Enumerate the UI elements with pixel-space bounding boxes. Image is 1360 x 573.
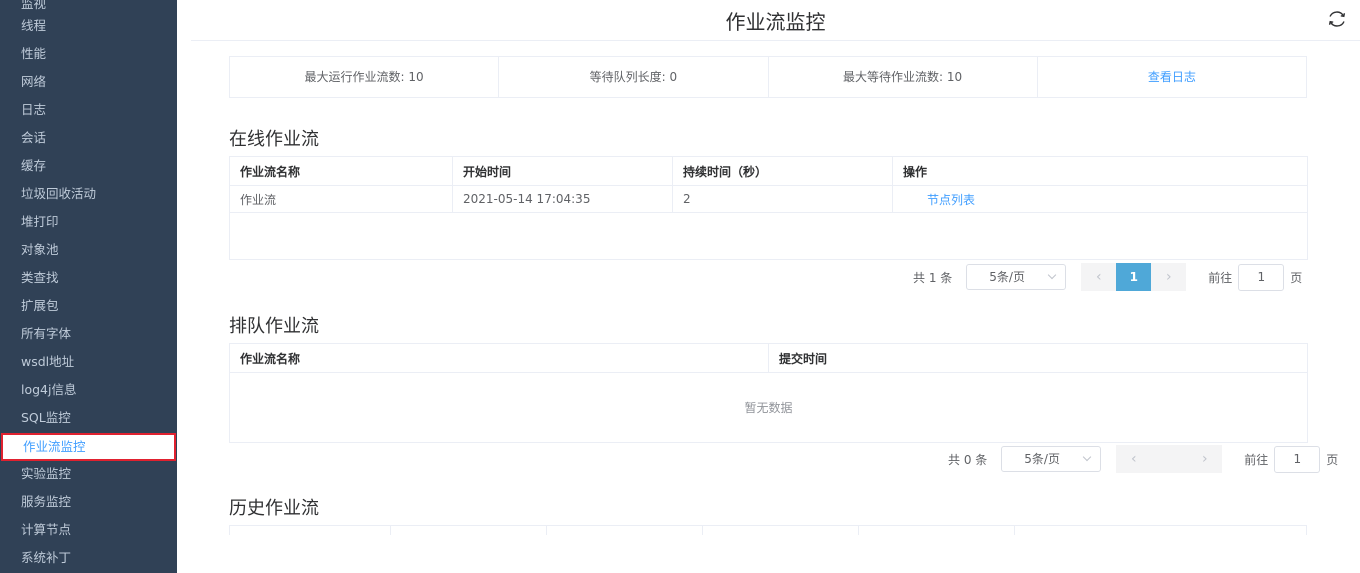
pager-buttons: ‹ › — [1116, 445, 1223, 473]
sidebar-item-experiment-monitor[interactable]: 实验监控 — [0, 460, 177, 488]
table-header-row: 作业流名称 提交时间 — [229, 343, 1308, 373]
goto-page-input[interactable]: 1 — [1274, 445, 1321, 473]
col-header-action: 操作 — [892, 156, 1308, 186]
sidebar-item-object-pool[interactable]: 对象池 — [0, 236, 177, 264]
chevron-left-icon: ‹ — [1130, 451, 1137, 467]
table-filler-row — [229, 212, 1308, 260]
stat-max-running: 最大运行作业流数: 10 — [230, 57, 500, 97]
sidebar: 监视 线程 性能 网络 日志 会话 缓存 垃圾回收活动 堆打印 对象池 类查找 … — [0, 0, 177, 573]
sidebar-item-network[interactable]: 网络 — [0, 68, 177, 96]
page-header: 作业流监控 — [191, 0, 1360, 41]
history-section-title: 历史作业流 — [229, 498, 319, 519]
sidebar-item-threads[interactable]: 线程 — [0, 12, 177, 40]
col-header-name[interactable]: 作业流名称 — [229, 343, 769, 373]
sidebar-item-performance[interactable]: 性能 — [0, 40, 177, 68]
chevron-right-icon: › — [1201, 451, 1208, 467]
pager-spacer — [1151, 445, 1187, 473]
online-pagination: 共 1 条 5条/页 ‹ 1 › 前往 1 页 — [913, 263, 1303, 291]
stat-max-waiting: 最大等待作业流数: 10 — [769, 57, 1038, 97]
prev-page-button[interactable]: ‹ — [1081, 263, 1116, 291]
table-filler-cell — [229, 212, 1308, 260]
page-unit-label: 页 — [1290, 270, 1303, 285]
history-col-divider — [546, 526, 547, 535]
online-section-title: 在线作业流 — [229, 129, 319, 150]
sidebar-item-cache[interactable]: 缓存 — [0, 152, 177, 180]
page-unit-label: 页 — [1326, 452, 1339, 467]
page-title: 作业流监控 — [725, 10, 826, 34]
history-col-divider — [390, 526, 391, 535]
sidebar-item-service-monitor[interactable]: 服务监控 — [0, 488, 177, 516]
pagination-total: 共 1 条 — [913, 270, 953, 285]
queued-table: 作业流名称 提交时间 暂无数据 — [229, 343, 1308, 443]
sidebar-item-logs[interactable]: 日志 — [0, 96, 177, 124]
stats-bar: 最大运行作业流数: 10 等待队列长度: 0 最大等待作业流数: 10 查看日志 — [229, 56, 1307, 98]
cell-name: 作业流 — [229, 185, 453, 213]
sidebar-item-all-fonts[interactable]: 所有字体 — [0, 320, 177, 348]
sidebar-item-compute-nodes[interactable]: 计算节点 — [0, 516, 177, 544]
chevron-right-icon: › — [1165, 269, 1172, 285]
refresh-icon[interactable] — [1326, 8, 1348, 30]
history-col-divider — [702, 526, 703, 535]
goto-label: 前往 — [1244, 452, 1269, 467]
sidebar-item-sessions[interactable]: 会话 — [0, 124, 177, 152]
queued-pagination: 共 0 条 5条/页 ‹ › 前往 1 页 — [948, 445, 1339, 473]
cell-start-time: 2021-05-14 17:04:35 — [452, 185, 673, 213]
page-size-value: 5条/页 — [989, 270, 1025, 284]
chevron-left-icon: ‹ — [1095, 269, 1102, 285]
history-col-divider — [858, 526, 859, 535]
online-table: 作业流名称 开始时间 持续时间（秒） 操作 作业流 2021-05-14 17:… — [229, 156, 1308, 260]
queued-section-title: 排队作业流 — [229, 316, 319, 337]
sidebar-item-heap-dump[interactable]: 堆打印 — [0, 208, 177, 236]
page-size-value: 5条/页 — [1024, 452, 1060, 466]
chevron-down-icon — [1048, 270, 1057, 280]
goto-page-input[interactable]: 1 — [1238, 263, 1285, 291]
page-size-select[interactable]: 5条/页 — [1001, 446, 1102, 472]
table-row: 作业流 2021-05-14 17:04:35 2 节点列表 — [229, 185, 1308, 213]
sidebar-item-log4j[interactable]: log4j信息 — [0, 376, 177, 404]
page-size-select[interactable]: 5条/页 — [966, 264, 1067, 290]
pager-buttons: ‹ 1 › — [1081, 263, 1187, 291]
history-table — [229, 525, 1307, 535]
empty-row: 暂无数据 — [229, 372, 1308, 443]
next-page-button[interactable]: › — [1151, 263, 1186, 291]
stat-queue-length: 等待队列长度: 0 — [499, 57, 769, 97]
empty-state-text: 暂无数据 — [229, 372, 1308, 443]
sidebar-item-wsdl[interactable]: wsdl地址 — [0, 348, 177, 376]
stat-view-log-cell: 查看日志 — [1038, 57, 1306, 97]
col-header-submit-time[interactable]: 提交时间 — [768, 343, 1308, 373]
view-log-link[interactable]: 查看日志 — [1148, 70, 1196, 84]
sidebar-item-workflow-monitor[interactable]: 作业流监控 — [1, 433, 176, 461]
cell-duration: 2 — [672, 185, 893, 213]
pagination-total: 共 0 条 — [948, 452, 988, 467]
table-header-row: 作业流名称 开始时间 持续时间（秒） 操作 — [229, 156, 1308, 186]
sidebar-item-sql-monitor[interactable]: SQL监控 — [0, 404, 177, 432]
col-header-duration[interactable]: 持续时间（秒） — [672, 156, 893, 186]
sidebar-item-system-patch[interactable]: 系统补丁 — [0, 544, 177, 572]
next-page-button[interactable]: › — [1187, 445, 1222, 473]
chevron-down-icon — [1083, 452, 1092, 462]
page-number-button[interactable]: 1 — [1116, 263, 1152, 291]
sidebar-item-extensions[interactable]: 扩展包 — [0, 292, 177, 320]
col-header-start-time[interactable]: 开始时间 — [452, 156, 673, 186]
history-col-divider — [1014, 526, 1015, 535]
sidebar-item-class-lookup[interactable]: 类查找 — [0, 264, 177, 292]
node-list-link[interactable]: 节点列表 — [892, 185, 1308, 213]
col-header-name[interactable]: 作业流名称 — [229, 156, 453, 186]
main-content: 作业流监控 最大运行作业流数: 10 等待队列长度: 0 最大等待作业流数: 1… — [177, 0, 1360, 573]
goto-label: 前往 — [1208, 270, 1233, 285]
prev-page-button[interactable]: ‹ — [1116, 445, 1151, 473]
sidebar-item-gc-activity[interactable]: 垃圾回收活动 — [0, 180, 177, 208]
